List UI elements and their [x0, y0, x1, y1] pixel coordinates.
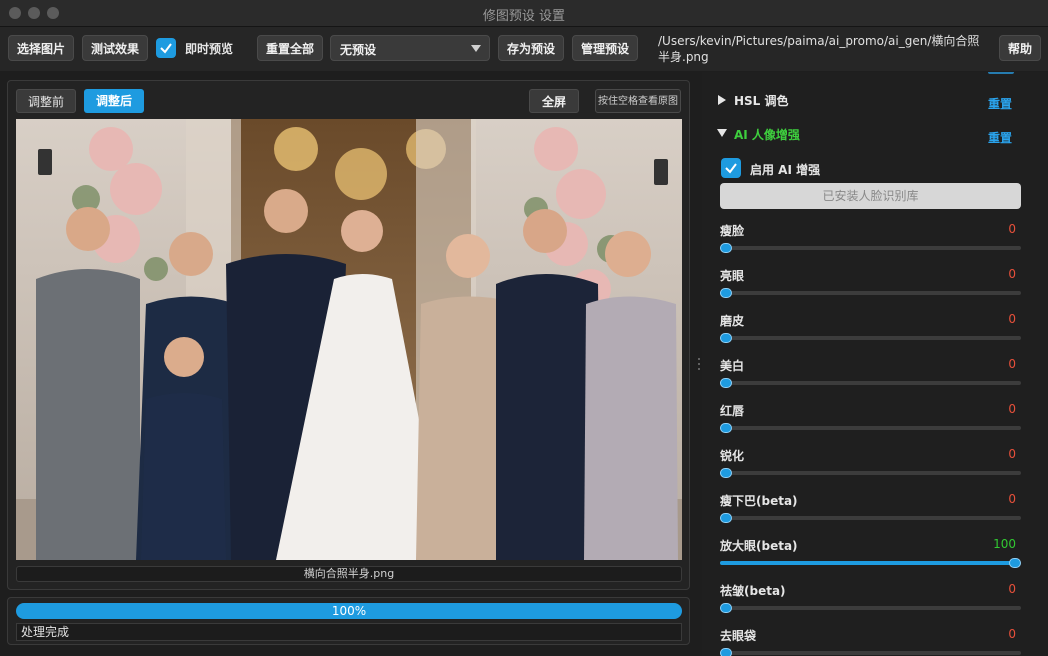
checkmark-icon [160, 43, 172, 54]
slider-thumb[interactable] [720, 468, 732, 478]
expand-down-icon [717, 129, 727, 137]
slider-track[interactable] [720, 603, 1021, 613]
reset-all-button[interactable]: 重置全部 [257, 35, 323, 61]
live-preview-label: 即时预览 [185, 42, 234, 56]
live-preview-checkbox[interactable] [156, 38, 176, 58]
slider-thumb[interactable] [720, 648, 732, 656]
hold-space-compare-button[interactable]: 按住空格查看原图 [595, 89, 681, 113]
select-image-button[interactable]: 选择图片 [8, 35, 74, 61]
slider-label: 美白 [720, 359, 745, 373]
family-photo-image [16, 119, 682, 560]
slider-track[interactable] [720, 243, 1021, 253]
slider-value: 0 [1008, 222, 1016, 236]
slider-track[interactable] [720, 423, 1021, 433]
tab-before[interactable]: 调整前 [16, 89, 76, 113]
slider-value: 0 [1008, 267, 1016, 281]
slider-label: 红唇 [720, 404, 745, 418]
slider-track[interactable] [720, 333, 1021, 343]
tab-after[interactable]: 调整后 [84, 89, 144, 113]
hsl-reset-link[interactable]: 重置 [988, 95, 1012, 112]
enable-ai-label: 启用 AI 增强 [750, 163, 821, 177]
progress-panel: 100% 处理完成 [7, 597, 690, 645]
test-effect-button[interactable]: 测试效果 [82, 35, 148, 61]
slider-label: 瘦下巴(beta) [720, 494, 798, 508]
slider-track[interactable] [720, 378, 1021, 388]
slider-label: 放大眼(beta) [720, 539, 798, 553]
slider-thumb[interactable] [720, 603, 732, 613]
slider-thumb[interactable] [720, 513, 732, 523]
slider-thumb[interactable] [720, 243, 732, 253]
fullscreen-button[interactable]: 全屏 [529, 89, 579, 113]
help-button[interactable]: 帮助 [999, 35, 1041, 61]
status-text: 处理完成 [16, 623, 682, 641]
slider-track[interactable] [720, 648, 1021, 656]
enable-ai-checkbox[interactable] [721, 158, 741, 178]
checkmark-icon [725, 163, 737, 174]
slider-thumb[interactable] [720, 288, 732, 298]
slider-value: 100 [993, 537, 1016, 551]
previous-reset-link[interactable] [988, 72, 1014, 74]
slider-label: 瘦脸 [720, 224, 745, 238]
slider-thumb[interactable] [720, 423, 732, 433]
toolbar: 选择图片 测试效果 即时预览 重置全部 无预设 存为预设 管理预设 /Users… [0, 27, 1048, 71]
slider-value: 0 [1008, 492, 1016, 506]
image-filename-caption: 横向合照半身.png [16, 566, 682, 582]
slider-track[interactable] [720, 288, 1021, 298]
grip-icon [698, 358, 700, 370]
slider-value: 0 [1008, 402, 1016, 416]
slider-label: 亮眼 [720, 269, 745, 283]
pane-splitter[interactable] [697, 72, 701, 656]
slider-track[interactable] [720, 558, 1021, 568]
slider-label: 祛皱(beta) [720, 584, 786, 598]
chevron-down-icon [471, 45, 481, 52]
ai-section-header[interactable]: AI 人像增强 [734, 126, 800, 143]
slider-track[interactable] [720, 513, 1021, 523]
slider-fill [720, 561, 1015, 565]
slider-value: 0 [1008, 447, 1016, 461]
face-library-button: 已安装人脸识别库 [720, 183, 1021, 209]
save-preset-button[interactable]: 存为预设 [498, 35, 564, 61]
preview-image [16, 119, 682, 560]
slider-thumb[interactable] [720, 333, 732, 343]
slider-value: 0 [1008, 357, 1016, 371]
file-path: /Users/kevin/Pictures/paima/ai_promo/ai_… [658, 34, 980, 64]
title-bar: 修图预设 设置 [0, 0, 1048, 27]
preset-select-value: 无预设 [340, 43, 377, 57]
window-title: 修图预设 设置 [482, 9, 566, 24]
slider-label: 磨皮 [720, 314, 745, 328]
hsl-section-header[interactable]: HSL 调色 [734, 92, 789, 109]
slider-value: 0 [1008, 582, 1016, 596]
slider-value: 0 [1008, 627, 1016, 641]
expand-right-icon [718, 95, 726, 105]
manage-presets-button[interactable]: 管理预设 [572, 35, 638, 61]
slider-thumb[interactable] [720, 378, 732, 388]
ai-reset-link[interactable]: 重置 [988, 129, 1012, 146]
slider-track[interactable] [720, 468, 1021, 478]
slider-label: 锐化 [720, 449, 745, 463]
settings-panel: HSL 调色 重置 AI 人像增强 重置 启用 AI 增强 已安装人脸识别库 瘦… [702, 72, 1048, 656]
slider-thumb[interactable] [1009, 558, 1021, 568]
progress-bar: 100% [16, 603, 682, 619]
slider-value: 0 [1008, 312, 1016, 326]
slider-label: 去眼袋 [720, 629, 757, 643]
preset-select[interactable]: 无预设 [330, 35, 490, 61]
